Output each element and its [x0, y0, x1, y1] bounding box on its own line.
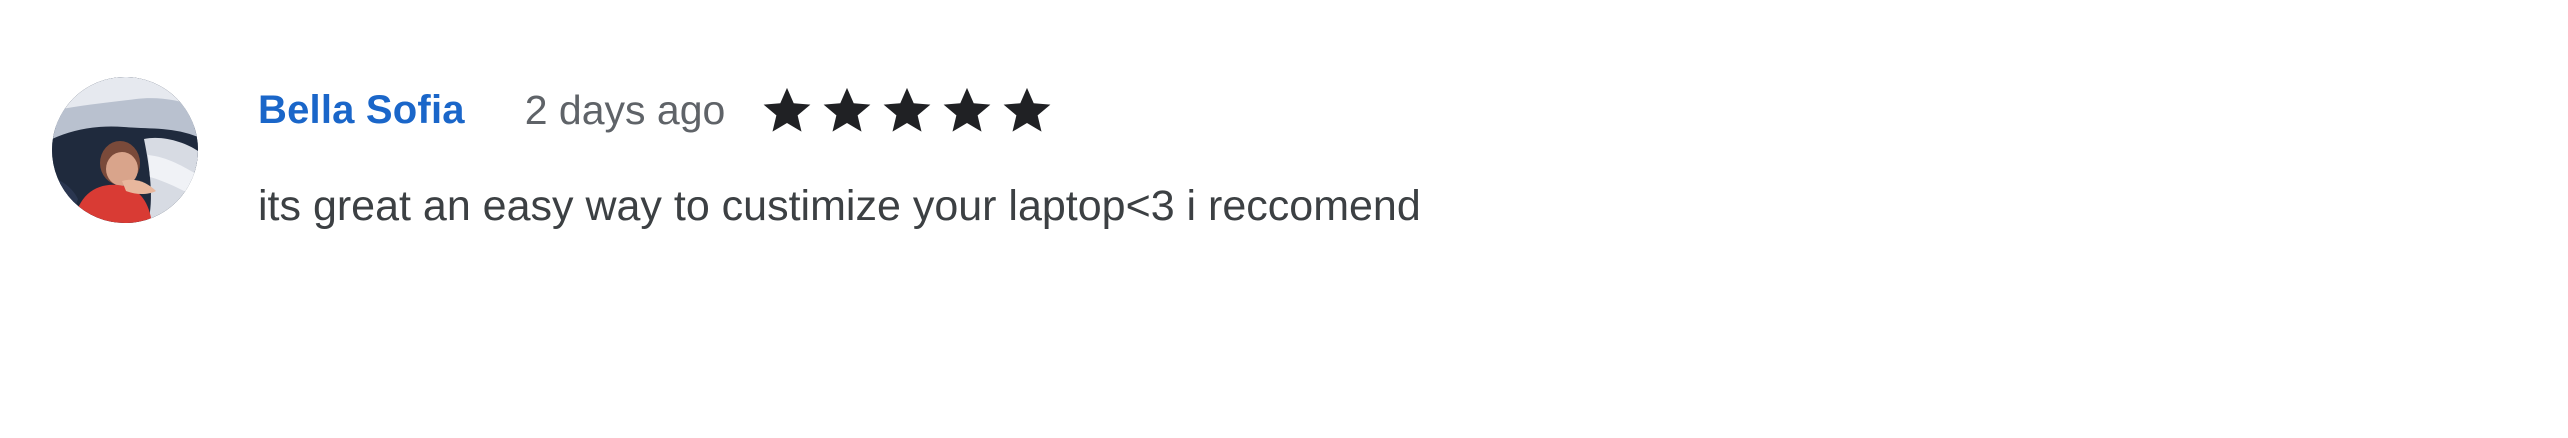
review-card: Bella Sofia 2 days ago its great an easy… [0, 0, 2568, 438]
star-filled-icon [943, 87, 991, 132]
star-rating [761, 84, 1053, 136]
star-filled-icon [883, 87, 931, 132]
star-filled-icon [763, 87, 811, 132]
avatar[interactable] [52, 77, 198, 223]
star-filled-icon [823, 87, 871, 132]
author-name-link[interactable]: Bella Sofia [258, 88, 465, 133]
review-date: 2 days ago [524, 86, 726, 133]
star-filled-icon [1003, 87, 1051, 132]
review-text: its great an easy way to custimize your … [258, 182, 1421, 230]
review-header: Bella Sofia 2 days ago [258, 76, 1053, 144]
